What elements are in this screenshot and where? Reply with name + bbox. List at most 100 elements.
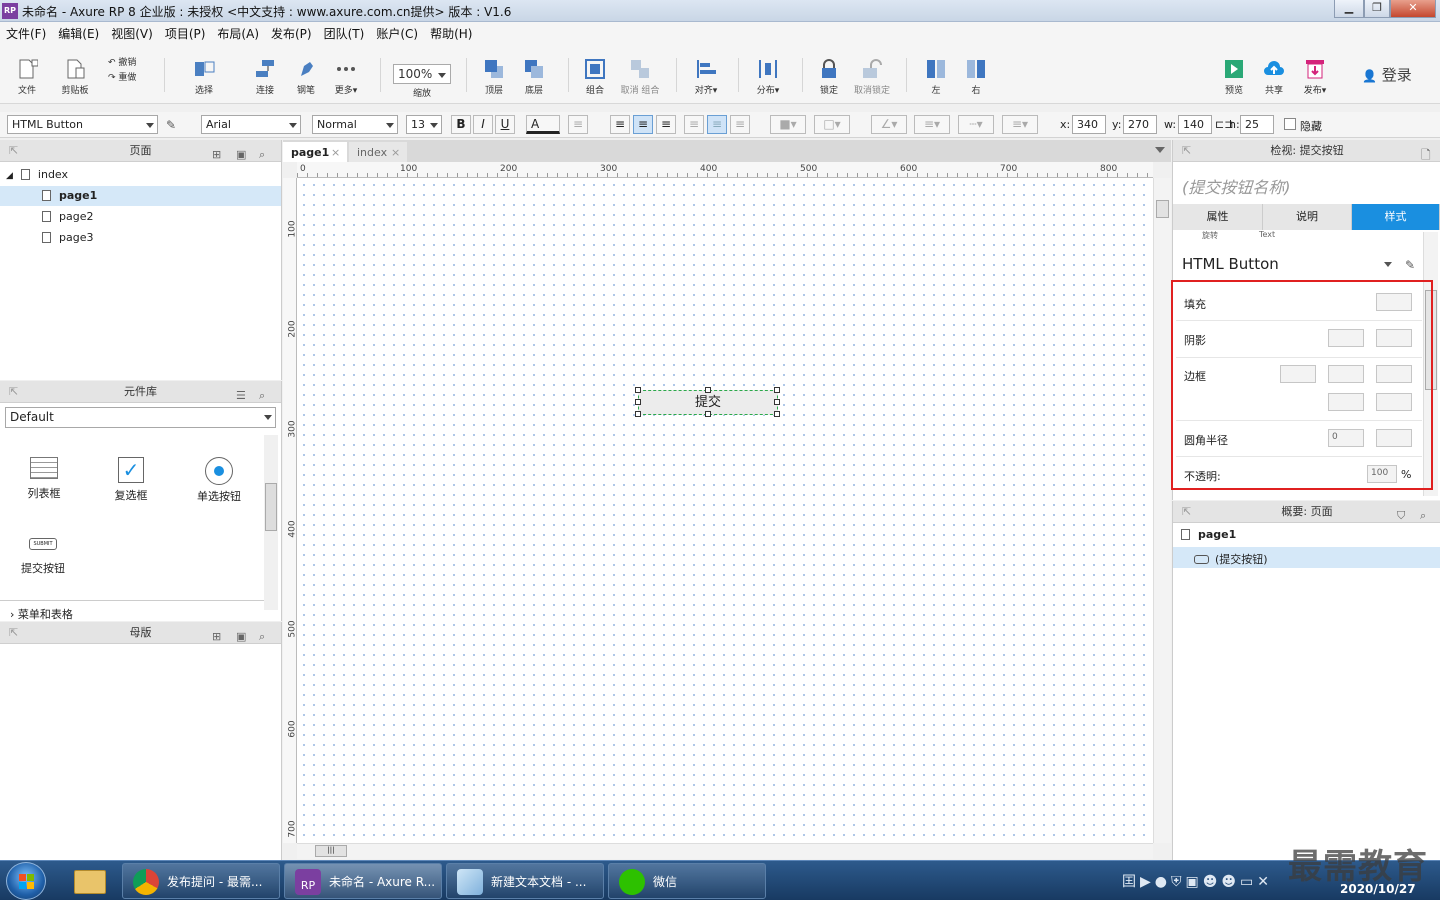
- redo-button[interactable]: ↷ 重做: [108, 70, 152, 83]
- search-icon[interactable]: ⌕: [259, 144, 265, 166]
- minimize-button[interactable]: ▁: [1334, 0, 1364, 18]
- collapse-arrow-icon[interactable]: ⇱: [9, 381, 18, 403]
- resize-handle[interactable]: [635, 387, 641, 393]
- shield-icon[interactable]: ⛨: [1171, 874, 1186, 890]
- add-folder-icon[interactable]: ▣: [236, 144, 246, 166]
- pen-tool-button[interactable]: 钢笔: [286, 44, 326, 102]
- valign-top-button[interactable]: ≡: [684, 115, 704, 134]
- underline-button[interactable]: U: [495, 115, 515, 134]
- style-edit-icon[interactable]: ✎: [1405, 258, 1415, 272]
- widget-checkbox[interactable]: ✓ 复选框: [101, 457, 161, 503]
- undo-button[interactable]: ↶ 撤销: [108, 55, 152, 68]
- border-width-picker[interactable]: [1280, 365, 1316, 383]
- widget-submit-button[interactable]: SUBMIT 提交按钮: [13, 538, 73, 576]
- expand-arrow-icon[interactable]: ◢: [6, 171, 13, 181]
- add-folder-icon[interactable]: ▣: [236, 626, 246, 648]
- menu-icon[interactable]: ☰: [236, 385, 246, 407]
- group-button[interactable]: 组合: [576, 44, 614, 102]
- canvas-vertical-scrollbar[interactable]: [1153, 178, 1171, 843]
- fill-color-picker[interactable]: [1376, 293, 1412, 311]
- zoom-select[interactable]: 100%: [393, 64, 451, 84]
- outline-page-item[interactable]: page1: [1181, 528, 1236, 541]
- bring-to-front-button[interactable]: 顶层: [474, 44, 514, 102]
- font-weight-select[interactable]: Normal: [312, 115, 398, 134]
- menu-help[interactable]: 帮助(H): [424, 22, 478, 44]
- search-icon[interactable]: ⌕: [259, 626, 265, 648]
- tree-item-index[interactable]: ◢ index: [0, 165, 281, 185]
- resize-handle[interactable]: [774, 411, 780, 417]
- x-input[interactable]: 340: [1072, 115, 1106, 134]
- close-icon[interactable]: ×: [391, 146, 400, 159]
- align-center-button[interactable]: ≡: [633, 115, 653, 134]
- h-input[interactable]: 25: [1240, 115, 1274, 134]
- lock-button[interactable]: 锁定: [810, 44, 848, 102]
- tab-properties[interactable]: 属性: [1173, 204, 1263, 230]
- unlock-button[interactable]: 取消锁定: [850, 44, 894, 102]
- network-icon[interactable]: ▶: [1140, 874, 1155, 890]
- border-style-picker[interactable]: [1376, 365, 1412, 383]
- menu-layout[interactable]: 布局(A): [211, 22, 265, 44]
- more-tools-button[interactable]: 更多▾: [326, 44, 366, 102]
- qq-icon-2[interactable]: ☻: [1221, 874, 1240, 890]
- tree-item-page3[interactable]: page3: [0, 228, 281, 248]
- resize-handle[interactable]: [705, 411, 711, 417]
- wechat-tray-icon[interactable]: ●: [1155, 874, 1171, 890]
- corner-visibility-picker[interactable]: [1376, 429, 1412, 447]
- notes-icon[interactable]: 🗋: [1421, 144, 1431, 166]
- scrollbar-thumb[interactable]: [1156, 200, 1169, 218]
- fill-color-button[interactable]: ■▾: [770, 115, 806, 134]
- italic-button[interactable]: I: [473, 115, 493, 134]
- align-left-button[interactable]: ≡: [610, 115, 630, 134]
- menu-publish[interactable]: 发布(P): [265, 22, 318, 44]
- file-button[interactable]: 文件: [4, 44, 50, 102]
- scrollbar-thumb[interactable]: [265, 483, 277, 531]
- shadow-button[interactable]: □▾: [814, 115, 850, 134]
- start-button[interactable]: [6, 862, 46, 900]
- select-tool-button[interactable]: 选择: [174, 44, 234, 102]
- ime-icon[interactable]: 囯: [1122, 874, 1140, 890]
- border-visibility-picker[interactable]: [1328, 393, 1364, 411]
- inner-shadow-picker[interactable]: [1376, 329, 1412, 347]
- task-chrome[interactable]: 发布提问 - 最需...: [122, 863, 280, 899]
- resize-handle[interactable]: [774, 387, 780, 393]
- close-button[interactable]: ✕: [1390, 0, 1436, 18]
- close-icon[interactable]: ×: [331, 146, 340, 159]
- widget-style-select[interactable]: HTML Button: [7, 115, 158, 134]
- line-width-button[interactable]: ≡▾: [914, 115, 950, 134]
- library-scrollbar[interactable]: [264, 435, 278, 610]
- align-right-button[interactable]: ≡: [656, 115, 676, 134]
- tree-item-page1[interactable]: page1: [0, 186, 281, 206]
- task-wechat[interactable]: 微信: [608, 863, 766, 899]
- ungroup-button[interactable]: 取消 组合: [616, 44, 664, 102]
- filter-icon[interactable]: ⛉: [1397, 505, 1405, 527]
- design-canvas[interactable]: [297, 178, 1153, 843]
- publish-button[interactable]: 发布▾: [1294, 44, 1336, 102]
- task-notepad[interactable]: 新建文本文档 - ...: [446, 863, 604, 899]
- left-panel-toggle[interactable]: 左: [916, 44, 956, 102]
- valign-bottom-button[interactable]: ≡: [730, 115, 750, 134]
- tab-index[interactable]: index ×: [349, 142, 407, 162]
- y-input[interactable]: 270: [1123, 115, 1157, 134]
- chevron-down-icon[interactable]: [1384, 262, 1392, 267]
- clipboard-button[interactable]: 剪贴板: [52, 44, 98, 102]
- search-icon[interactable]: ⌕: [259, 385, 265, 407]
- bullet-list-button[interactable]: ≡: [568, 115, 588, 134]
- display-icon[interactable]: ▭: [1240, 874, 1257, 890]
- resize-handle[interactable]: [635, 411, 641, 417]
- login-button[interactable]: 👤 登录: [1362, 64, 1412, 85]
- share-button[interactable]: 共享: [1254, 44, 1294, 102]
- outline-widget-item[interactable]: (提交按钮): [1173, 547, 1440, 568]
- menu-account[interactable]: 账户(C): [370, 22, 424, 44]
- arrow-style-button[interactable]: ≡▾: [1002, 115, 1038, 134]
- tab-page1[interactable]: page1 ×: [283, 142, 347, 162]
- add-page-icon[interactable]: ⊞: [212, 144, 221, 166]
- font-size-select[interactable]: 13: [406, 115, 442, 134]
- library-section-menus-tables[interactable]: › 菜单和表格: [0, 600, 264, 621]
- task-axure[interactable]: RP 未命名 - Axure R...: [284, 863, 442, 899]
- arrow-style-picker[interactable]: [1376, 393, 1412, 411]
- distribute-button[interactable]: 分布▾: [748, 44, 788, 102]
- line-style-button[interactable]: ┄▾: [958, 115, 994, 134]
- add-master-icon[interactable]: ⊞: [212, 626, 221, 648]
- resize-handle[interactable]: [774, 399, 780, 405]
- search-icon[interactable]: ⌕: [1420, 505, 1426, 527]
